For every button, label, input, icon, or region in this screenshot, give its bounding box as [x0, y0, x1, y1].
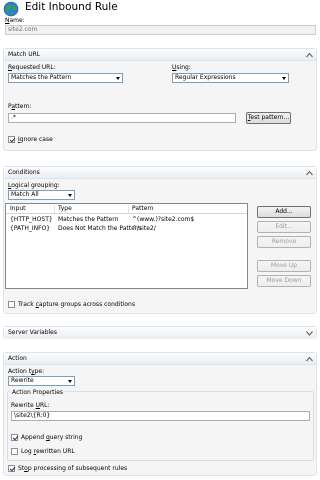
action-properties-group: Action Properties Rewrite URL: \site2\{R…: [7, 389, 314, 461]
action-type-value: Rewrite: [11, 377, 34, 384]
requested-url-select[interactable]: Matches the Pattern: [8, 73, 123, 83]
table-cell: {HTTP_HOST}: [10, 216, 53, 223]
stop-processing-checkbox[interactable]: [8, 465, 15, 472]
table-row[interactable]: {PATH_INFO} Does Not Match the Pattern ^…: [6, 225, 247, 234]
table-cell: ^(www.)?site2.com$: [132, 216, 195, 223]
table-cell: Does Not Match the Pattern: [58, 225, 141, 232]
move-up-button[interactable]: Move Up: [257, 260, 311, 272]
server-variables-section: Server Variables: [3, 326, 317, 339]
match-url-section: Match URL Requested URL: Matches the Pat…: [3, 48, 317, 151]
log-rewritten-label: Log rewritten URL: [21, 448, 75, 455]
page-title: Edit Inbound Rule: [25, 1, 118, 13]
table-cell: Matches the Pattern: [58, 216, 119, 223]
logical-grouping-select[interactable]: Match All: [8, 190, 75, 200]
globe-icon: [3, 1, 19, 17]
column-header-input[interactable]: Input: [10, 205, 26, 212]
name-field[interactable]: site2.com: [5, 25, 316, 35]
server-variables-header[interactable]: Server Variables: [4, 327, 316, 339]
chevron-up-icon[interactable]: [306, 52, 313, 58]
match-url-header[interactable]: Match URL: [4, 49, 316, 61]
chevron-up-icon[interactable]: [306, 170, 313, 176]
action-type-select[interactable]: Rewrite: [8, 376, 75, 386]
pattern-label: Pattern:: [8, 103, 32, 110]
column-header-type[interactable]: Type: [58, 205, 72, 212]
append-query-checkbox[interactable]: [11, 434, 18, 441]
track-capture-label: Track capture groups across conditions: [18, 301, 135, 308]
name-label: Name:: [5, 17, 25, 24]
using-value: Regular Expressions: [175, 74, 236, 81]
pattern-input[interactable]: .*: [8, 113, 236, 123]
log-rewritten-checkbox[interactable]: [11, 448, 18, 455]
stop-processing-label: Stop processing of subsequent rules: [18, 465, 128, 472]
using-label: Using:: [172, 64, 191, 71]
table-row[interactable]: {HTTP_HOST} Matches the Pattern ^(www.)?…: [6, 216, 247, 225]
chevron-down-icon: [116, 77, 120, 80]
ignore-case-label: Ignore case: [18, 136, 53, 143]
logical-grouping-label: Logical grouping:: [8, 182, 60, 189]
edit-condition-button[interactable]: Edit...: [257, 221, 311, 233]
requested-url-value: Matches the Pattern: [11, 74, 72, 81]
append-query-label: Append query string: [21, 434, 83, 441]
rewrite-url-label: Rewrite URL:: [11, 402, 50, 409]
action-section: Action Action type: Rewrite Action Prope…: [3, 352, 317, 476]
test-pattern-button[interactable]: Test pattern...: [246, 112, 291, 124]
requested-url-label: Requested URL:: [8, 64, 56, 71]
conditions-header[interactable]: Conditions: [4, 167, 316, 179]
remove-condition-button[interactable]: Remove: [257, 236, 311, 248]
move-down-button[interactable]: Move Down: [257, 275, 311, 287]
conditions-title: Conditions: [8, 169, 40, 176]
action-header[interactable]: Action: [4, 353, 316, 365]
ignore-case-checkbox[interactable]: [8, 136, 15, 143]
action-properties-title: Action Properties: [10, 389, 66, 396]
using-select[interactable]: Regular Expressions: [172, 73, 289, 83]
server-variables-title: Server Variables: [8, 329, 58, 336]
add-condition-button[interactable]: Add...: [257, 206, 311, 218]
chevron-down-icon[interactable]: [306, 330, 313, 336]
conditions-table[interactable]: Input Type Pattern {HTTP_HOST} Matches t…: [5, 203, 248, 289]
chevron-down-icon: [282, 77, 286, 80]
track-capture-checkbox[interactable]: [8, 301, 15, 308]
action-title: Action: [8, 355, 27, 362]
table-header: Input Type Pattern: [6, 204, 247, 214]
chevron-up-icon[interactable]: [306, 356, 313, 362]
column-header-pattern[interactable]: Pattern: [132, 205, 154, 212]
logical-grouping-value: Match All: [11, 191, 39, 198]
table-cell: {PATH_INFO}: [10, 225, 51, 232]
chevron-down-icon: [68, 380, 72, 383]
table-cell: ^/site2/: [132, 225, 156, 232]
chevron-down-icon: [68, 194, 72, 197]
action-type-label: Action type:: [8, 368, 45, 375]
match-url-title: Match URL: [8, 51, 41, 58]
rewrite-url-input[interactable]: \site2\{R:0}: [11, 411, 310, 421]
